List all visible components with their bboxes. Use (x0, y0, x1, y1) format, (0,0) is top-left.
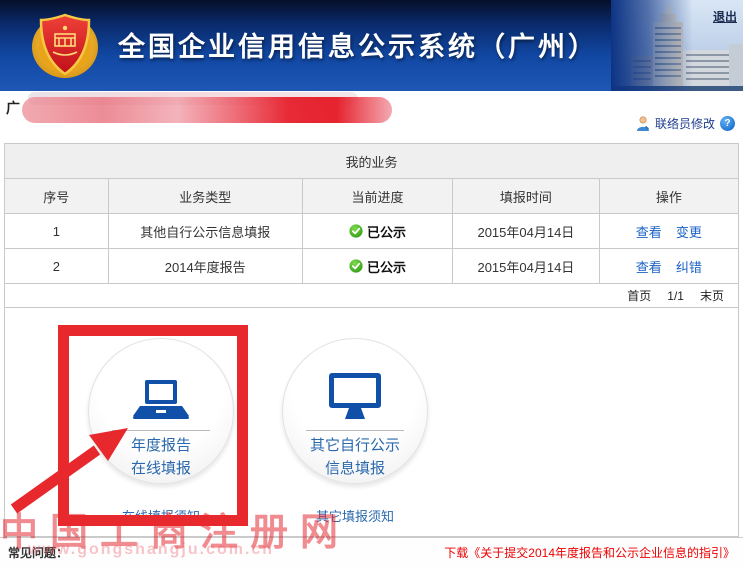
table-header-row: 序号 业务类型 当前进度 填报时间 操作 (5, 179, 738, 214)
status-badge: 已公示 (367, 222, 406, 241)
col-header-progress: 当前进度 (302, 179, 452, 213)
monitor-icon (327, 371, 383, 423)
company-name-fragment: 广 (6, 98, 20, 118)
table-row: 2 2014年度报告 已公示 2015年04月14日 查看 纠错 (5, 249, 738, 284)
liaison-edit[interactable]: 联络员修改 ? (636, 115, 735, 132)
cell-type: 2014年度报告 (108, 249, 302, 283)
pagination-page: 1/1 (667, 289, 684, 303)
view-link[interactable]: 查看 (636, 257, 662, 276)
other-publicity-button[interactable]: 其它自行公示 信息填报 (282, 338, 428, 484)
person-icon (636, 116, 650, 131)
download-guide-link[interactable]: 下载《关于提交2014年度报告和公示企业信息的指引》 (444, 544, 735, 561)
other-publicity-label-line2: 信息填报 (325, 457, 385, 480)
action-circles-area: 年度报告 在线填报 其它自行公示 信息填报 在线填报须知 其它填报须知 (5, 308, 738, 536)
pagination: 首页 1/1 末页 (5, 284, 738, 308)
cell-actions: 查看 纠错 (599, 249, 738, 283)
cell-no: 1 (5, 214, 108, 248)
pagination-first[interactable]: 首页 (627, 287, 651, 304)
cell-date: 2015年04月14日 (452, 249, 599, 283)
published-check-icon (349, 224, 363, 238)
cell-status: 已公示 (302, 249, 452, 283)
main-panel: 我的业务 序号 业务类型 当前进度 填报时间 操作 1 其他自行公示信息填报 已… (4, 143, 739, 537)
logout-link[interactable]: 退出 (713, 8, 737, 25)
cell-type: 其他自行公示信息填报 (108, 214, 302, 248)
col-header-no: 序号 (5, 179, 108, 213)
faq-label[interactable]: 常见问题： (8, 544, 68, 561)
table-title: 我的业务 (5, 144, 738, 179)
view-link[interactable]: 查看 (636, 222, 662, 241)
cell-date: 2015年04月14日 (452, 214, 599, 248)
laptop-icon (130, 379, 192, 423)
col-header-type: 业务类型 (108, 179, 302, 213)
saic-emblem-logo (28, 10, 102, 80)
cell-actions: 查看 变更 (599, 214, 738, 248)
help-icon[interactable]: ? (720, 116, 735, 131)
account-bar: 广 联络员修改 ? (0, 91, 743, 143)
online-filing-notice-link[interactable]: 在线填报须知 (88, 506, 234, 525)
cell-no: 2 (5, 249, 108, 283)
published-check-icon (349, 259, 363, 273)
page-title: 全国企业信用信息公示系统（广州） (118, 24, 598, 63)
change-link[interactable]: 变更 (676, 222, 702, 241)
col-header-actions: 操作 (599, 179, 738, 213)
annual-report-button[interactable]: 年度报告 在线填报 (88, 338, 234, 484)
status-badge: 已公示 (367, 257, 406, 276)
redaction-blob (22, 97, 392, 123)
table-row: 1 其他自行公示信息填报 已公示 2015年04月14日 查看 变更 (5, 214, 738, 249)
header: 全国企业信用信息公示系统（广州） 退出 (0, 0, 743, 91)
col-header-date: 填报时间 (452, 179, 599, 213)
annual-report-label-line1: 年度报告 (131, 434, 191, 457)
divider (306, 430, 404, 431)
other-filing-notice-link[interactable]: 其它填报须知 (282, 506, 428, 525)
liaison-edit-label[interactable]: 联络员修改 (655, 115, 715, 132)
other-publicity-label-line1: 其它自行公示 (310, 434, 400, 457)
annual-report-label-line2: 在线填报 (131, 457, 191, 480)
pagination-last[interactable]: 末页 (700, 287, 724, 304)
cell-status: 已公示 (302, 214, 452, 248)
correct-link[interactable]: 纠错 (676, 257, 702, 276)
footer-bar: 常见问题： 下载《关于提交2014年度报告和公示企业信息的指引》 (0, 537, 743, 567)
divider (112, 430, 210, 431)
